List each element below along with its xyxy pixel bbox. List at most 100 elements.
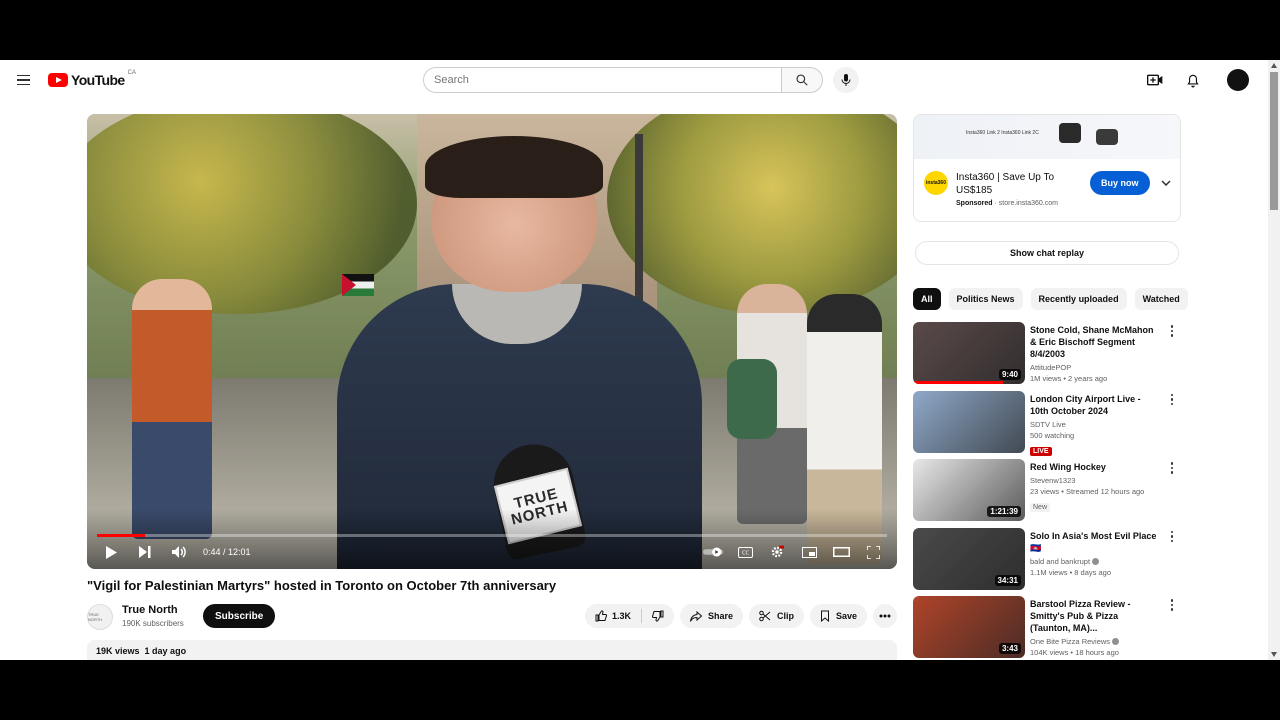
show-chat-replay-button[interactable]: Show chat replay: [915, 241, 1179, 265]
volume-button[interactable]: [169, 542, 189, 562]
bookmark-icon: [820, 610, 829, 622]
recommendation-item[interactable]: 34:31 Solo In Asia's Most Evil Place 🇰🇭 ba…: [913, 527, 1181, 590]
create-button[interactable]: [1145, 70, 1165, 90]
recommendation-menu-button[interactable]: [1167, 598, 1177, 612]
thumbs-down-icon: [651, 610, 664, 622]
buy-now-button[interactable]: Buy now: [1090, 171, 1150, 195]
more-vertical-icon: [1170, 530, 1174, 534]
ad-title[interactable]: Insta360 | Save Up To US$185: [956, 171, 1076, 197]
webcam-image: [1059, 123, 1081, 143]
save-button[interactable]: Save: [809, 604, 867, 628]
recommendation-title[interactable]: London City Airport Live - 10th October …: [1030, 393, 1160, 417]
recommendation-channel[interactable]: bald and bankrupt: [1030, 557, 1160, 566]
autoplay-toggle[interactable]: [703, 542, 723, 562]
time-display: 0:44 / 12:01: [203, 547, 251, 557]
video-player[interactable]: TRUE NORTH 0:44 / 12:01: [87, 114, 897, 569]
page-scrollbar[interactable]: [1268, 60, 1280, 660]
video-plus-icon: [1147, 74, 1163, 86]
scroll-down-arrow[interactable]: [1271, 652, 1277, 657]
recommendation-title[interactable]: Stone Cold, Shane McMahon & Eric Bischof…: [1030, 324, 1160, 360]
autoplay-toggle-icon: [703, 547, 723, 557]
chip-politics-news[interactable]: Politics News: [948, 288, 1023, 310]
recommendation-item[interactable]: 9:40 Stone Cold, Shane McMahon & Eric Bis…: [913, 322, 1181, 384]
more-vertical-icon: [1170, 393, 1174, 397]
notifications-button[interactable]: [1183, 70, 1203, 90]
verified-icon: [1092, 557, 1100, 565]
more-actions-button[interactable]: [873, 604, 897, 628]
scroll-thumb[interactable]: [1270, 72, 1278, 210]
account-avatar[interactable]: [1227, 69, 1249, 91]
recommendation-channel[interactable]: Stevenw1323: [1030, 476, 1160, 485]
top-header: YouTube CA: [0, 60, 1268, 100]
recommendation-item[interactable]: 3:43 Barstool Pizza Review - Smitty's Pub…: [913, 596, 1181, 658]
youtube-logo[interactable]: YouTube CA: [48, 70, 136, 88]
subscribe-button[interactable]: Subscribe: [203, 604, 276, 628]
share-button[interactable]: Share: [679, 604, 743, 628]
video-thumbnail[interactable]: [913, 390, 1025, 453]
progress-bar[interactable]: [97, 534, 887, 537]
bell-icon: [1187, 74, 1199, 87]
recommendation-title[interactable]: Red Wing Hockey: [1030, 461, 1160, 473]
chip-recently-uploaded[interactable]: Recently uploaded: [1030, 288, 1127, 310]
recommendation-item[interactable]: London City Airport Live - 10th October …: [913, 390, 1181, 456]
next-button[interactable]: [135, 542, 155, 562]
recommendation-meta: 1.1M views • 8 days ago: [1030, 567, 1111, 577]
theater-icon: [832, 547, 850, 557]
ad-expand-button[interactable]: [1158, 175, 1174, 191]
ad-meta: Sponsored · store.insta360.com: [956, 200, 1058, 207]
recommendation-meta: 23 views • Streamed 12 hours ago: [1030, 487, 1145, 496]
recommendation-title[interactable]: Barstool Pizza Review - Smitty's Pub & P…: [1030, 598, 1160, 634]
captions-button[interactable]: CC: [735, 542, 755, 562]
chip-all[interactable]: All: [913, 288, 941, 310]
chip-watched[interactable]: Watched: [1134, 288, 1188, 310]
recommendation-item[interactable]: 1:21:39 Red Wing Hockey Stevenw1323 23 view…: [913, 459, 1181, 521]
recommendation-title[interactable]: Solo In Asia's Most Evil Place 🇰🇭: [1030, 530, 1160, 554]
more-vertical-icon: [1170, 462, 1174, 465]
video-thumbnail[interactable]: 1:21:39: [913, 459, 1025, 521]
duration-badge: 9:40: [998, 369, 1021, 380]
channel-avatar[interactable]: TRUE NORTH: [87, 604, 113, 630]
fullscreen-button[interactable]: [863, 542, 883, 562]
ad-banner[interactable]: Insta360 Link 2 Insta360 Link 2C: [914, 115, 1180, 159]
advertiser-logo[interactable]: insta360: [924, 171, 948, 195]
chevron-down-icon: [1161, 180, 1171, 186]
scissors-icon: [759, 610, 771, 622]
video-actions: 1.3K Share Clip Save: [584, 604, 897, 628]
search-icon: [796, 74, 808, 86]
skip-next-icon: [139, 546, 151, 558]
recommendation-menu-button[interactable]: [1167, 393, 1177, 407]
voice-search-button[interactable]: [833, 67, 859, 93]
menu-button[interactable]: [14, 70, 34, 90]
recommendation-menu-button[interactable]: [1167, 324, 1177, 338]
more-vertical-icon: [1170, 325, 1174, 328]
video-frame: TRUE NORTH: [87, 114, 897, 569]
recommendation-channel[interactable]: AttitudePOP: [1030, 363, 1160, 372]
like-button[interactable]: 1.3K: [585, 604, 641, 628]
more-vertical-icon: [1170, 599, 1174, 602]
video-thumbnail[interactable]: 9:40: [913, 322, 1025, 384]
recommendation-channel[interactable]: SDTV Live: [1030, 420, 1160, 429]
ad-banner-text: Insta360 Link 2 Insta360 Link 2C: [966, 130, 1039, 136]
search-bar: [423, 67, 859, 93]
recommendation-menu-button[interactable]: [1167, 461, 1177, 475]
clip-button[interactable]: Clip: [748, 604, 804, 628]
search-button[interactable]: [781, 67, 823, 93]
ad-card[interactable]: Insta360 Link 2 Insta360 Link 2C insta36…: [913, 114, 1181, 222]
theater-mode-button[interactable]: [831, 542, 851, 562]
recommendation-menu-button[interactable]: [1167, 530, 1177, 544]
play-button[interactable]: [101, 542, 121, 562]
dislike-button[interactable]: [642, 604, 674, 628]
miniplayer-button[interactable]: [799, 542, 819, 562]
scroll-up-arrow[interactable]: [1271, 63, 1277, 68]
live-badge: LIVE: [1030, 446, 1052, 456]
video-thumbnail[interactable]: 34:31: [913, 527, 1025, 590]
search-input[interactable]: [423, 67, 781, 93]
video-thumbnail[interactable]: 3:43: [913, 596, 1025, 658]
duration-badge: 34:31: [994, 574, 1021, 586]
recommendation-channel[interactable]: One Bite Pizza Reviews: [1030, 637, 1160, 646]
channel-name[interactable]: True North: [122, 604, 178, 616]
description-box[interactable]: 19K views 1 day ago: [87, 640, 897, 660]
settings-button[interactable]: [767, 542, 787, 562]
svg-text:CC: CC: [742, 550, 749, 556]
thumbs-up-icon: [595, 610, 607, 622]
